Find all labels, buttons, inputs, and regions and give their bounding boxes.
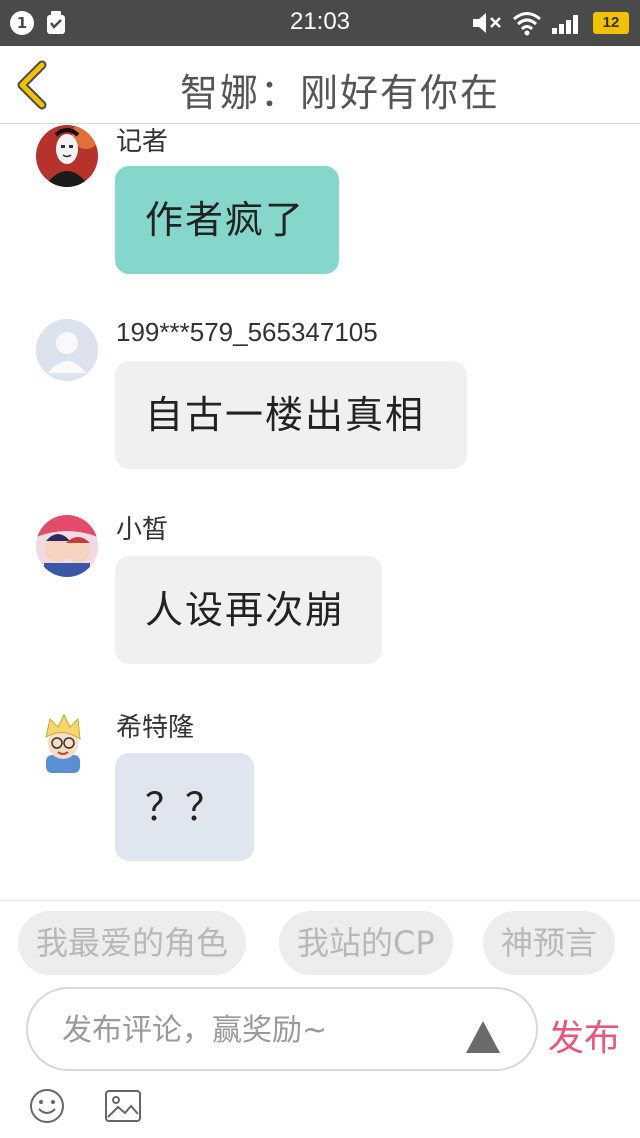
quick-tag-prophecy[interactable]: 神预言 <box>483 911 616 975</box>
clock: 21:03 <box>289 8 351 35</box>
emoji-icon[interactable] <box>28 1087 66 1125</box>
comment-bubble[interactable]: 自古一楼出真相 <box>115 361 467 469</box>
comment-username: 小皙 <box>116 514 169 544</box>
expand-arrow-icon[interactable] <box>464 1019 502 1055</box>
comment-placeholder: 发布评论，赢奖励~ <box>62 1013 328 1048</box>
title-bar: 智娜：刚好有你在 <box>0 46 640 124</box>
chevron-left-icon <box>17 60 47 110</box>
default-user-avatar[interactable] <box>36 319 98 381</box>
masked-character-avatar[interactable] <box>36 125 98 187</box>
comment-list[interactable]: 记者 作者疯了 199***579_565347105 自古一楼出真相 小皙 人… <box>0 125 640 900</box>
battery-indicator: 12 <box>593 12 629 34</box>
status-bar: 1 21:03 12 <box>0 0 640 46</box>
comment-input[interactable]: 发布评论，赢奖励~ <box>26 987 538 1071</box>
quick-tag-favorite-character[interactable]: 我最爱的角色 <box>18 911 247 975</box>
wifi-icon <box>512 10 542 36</box>
comment-username: 希特隆 <box>116 712 195 742</box>
comment-composer-panel: 我最爱的角色 我站的CP 神预言 发布评论，赢奖励~ 发布 <box>0 900 640 1138</box>
quick-tag-my-cp[interactable]: 我站的CP <box>279 911 453 975</box>
page-title: 智娜：刚好有你在 <box>179 71 500 115</box>
publish-button[interactable]: 发布 <box>548 1009 620 1061</box>
signal-icon <box>550 10 584 36</box>
mute-icon <box>470 10 504 36</box>
anime-couple-avatar[interactable] <box>36 515 98 577</box>
image-icon[interactable] <box>104 1089 142 1123</box>
blonde-glasses-boy-avatar[interactable] <box>36 711 98 773</box>
comment-username: 记者 <box>116 126 169 156</box>
comment-bubble[interactable]: ？？ <box>115 753 254 861</box>
comment-username: 199***579_565347105 <box>116 317 378 347</box>
back-button[interactable] <box>12 60 56 110</box>
comment-bubble[interactable]: 人设再次崩 <box>115 556 382 664</box>
comment-bubble[interactable]: 作者疯了 <box>115 166 339 274</box>
